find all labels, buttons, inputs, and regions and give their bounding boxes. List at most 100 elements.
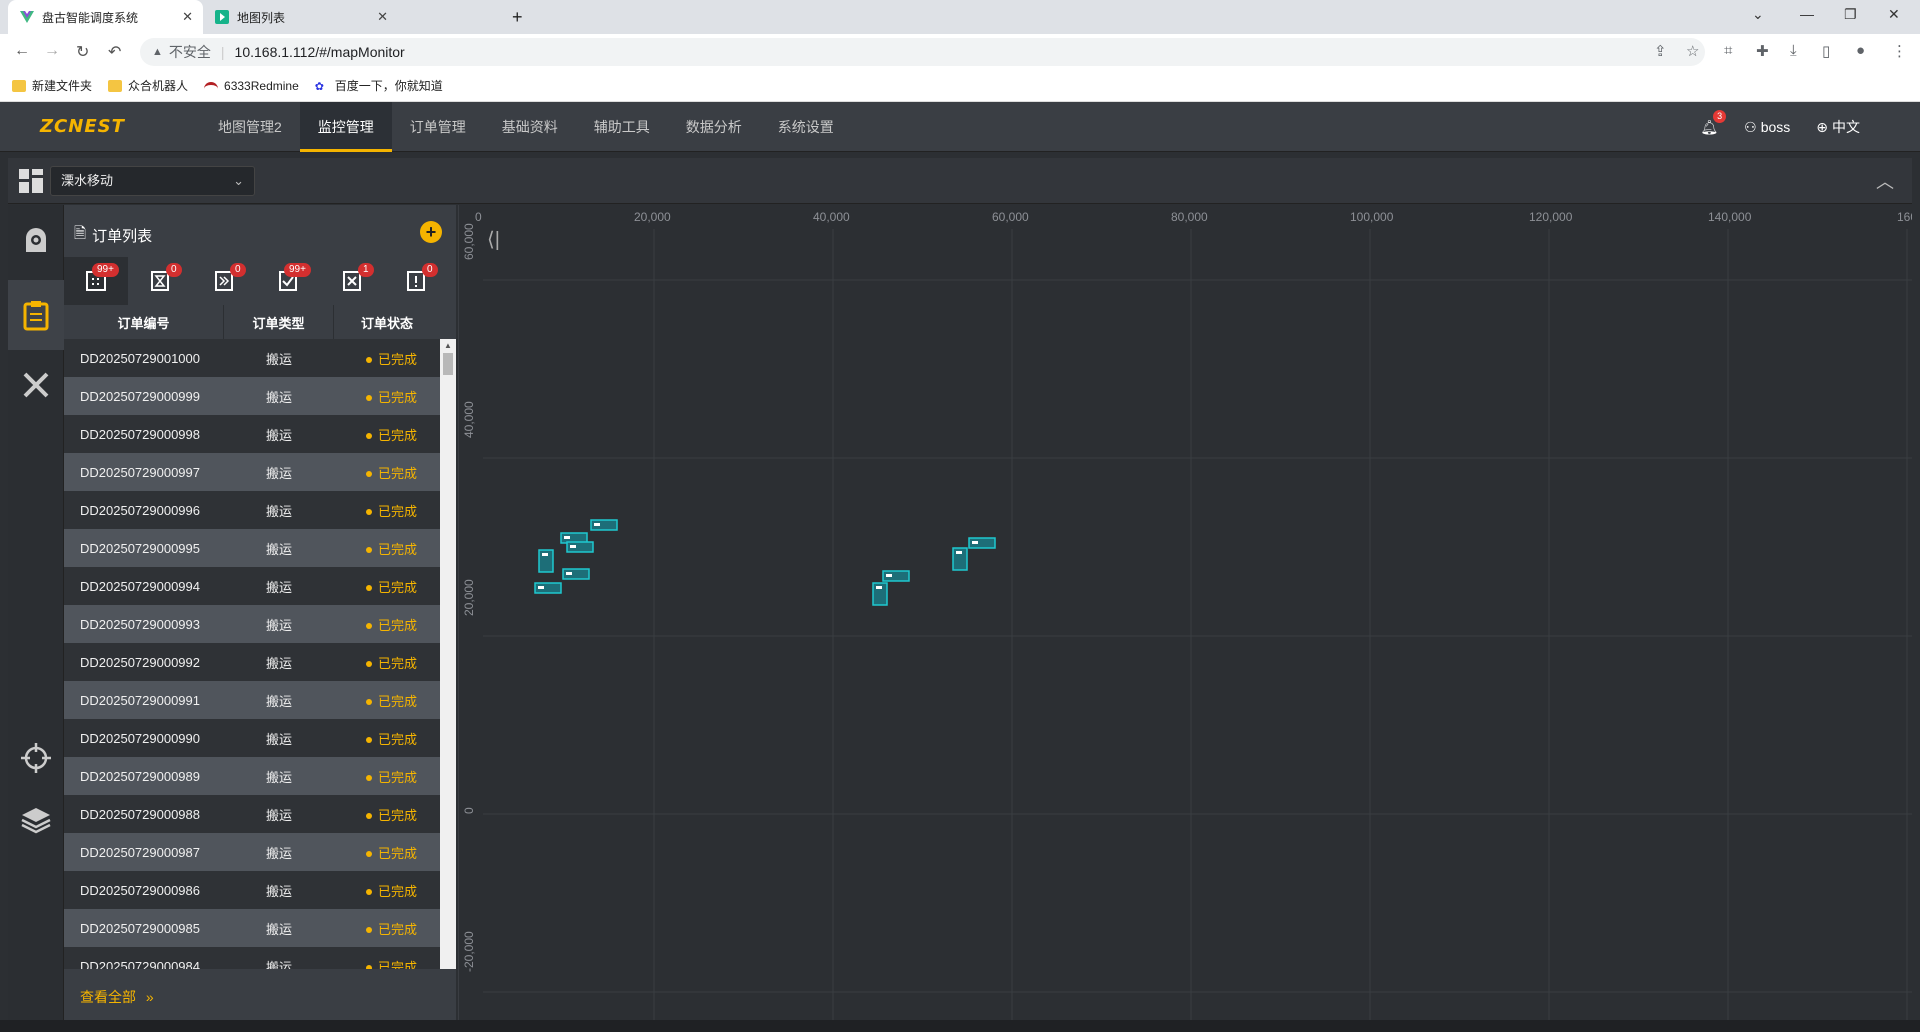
bookmark-item[interactable]: ✿ 百度一下，你就知道 xyxy=(315,77,443,94)
table-row[interactable]: DD20250729001000 搬运 已完成 xyxy=(64,339,440,377)
filter-pending-button[interactable]: 0 xyxy=(128,257,192,305)
more-icon[interactable]: ⋮ xyxy=(1892,42,1907,60)
column-header[interactable]: 订单类型 xyxy=(224,305,334,339)
x-tick-label: 40,000 xyxy=(813,210,850,224)
order-id: DD20250729000994 xyxy=(80,578,200,594)
order-table-scrollbar[interactable]: ▲ xyxy=(440,339,456,969)
restore-icon[interactable]: ❐ xyxy=(1844,6,1857,23)
scroll-up-icon[interactable]: ▲ xyxy=(444,341,452,350)
table-row[interactable]: DD20250729000992 搬运 已完成 xyxy=(64,643,440,681)
table-row[interactable]: DD20250729000986 搬运 已完成 xyxy=(64,871,440,909)
close-tab-icon[interactable]: ✕ xyxy=(182,9,193,25)
bottom-edge xyxy=(0,1020,1920,1032)
scroll-thumb[interactable] xyxy=(443,353,453,375)
filter-all-button[interactable]: 99+ xyxy=(64,257,128,305)
robot-icon[interactable] xyxy=(590,519,618,531)
map-select[interactable]: 溧水移动 ⌄ xyxy=(50,166,255,196)
column-header[interactable]: 订单状态 xyxy=(334,305,440,339)
table-row[interactable]: DD20250729000987 搬运 已完成 xyxy=(64,833,440,871)
layout-icon[interactable] xyxy=(18,168,44,194)
minimize-icon[interactable]: — xyxy=(1800,6,1814,22)
robots-layer xyxy=(534,519,996,606)
browser-tab[interactable]: 地图列表 ✕ xyxy=(203,0,398,34)
close-window-icon[interactable]: ✕ xyxy=(1888,6,1900,23)
sidebar-icon[interactable]: ▯ xyxy=(1822,42,1830,60)
column-header[interactable]: 订单编号 xyxy=(64,305,224,339)
order-type: 搬运 xyxy=(265,427,292,443)
menu-item-map-management[interactable]: 地图管理2 xyxy=(200,102,300,152)
robot-icon[interactable] xyxy=(538,549,554,573)
map-canvas[interactable]: 0 20,000 40,000 60,000 80,000 100,000 120,000 1… xyxy=(458,205,1912,1020)
share-icon[interactable]: ⇪ xyxy=(1654,42,1667,60)
robot-icon[interactable] xyxy=(566,541,594,553)
table-row[interactable]: DD20250729000991 搬运 已完成 xyxy=(64,681,440,719)
menu-item-settings[interactable]: 系统设置 xyxy=(760,102,852,152)
browser-tab-active[interactable]: 盘古智能调度系统 ✕ xyxy=(8,0,203,34)
extensions-icon[interactable]: ✚ xyxy=(1756,42,1769,60)
table-row[interactable]: DD20250729000999 搬运 已完成 xyxy=(64,377,440,415)
robot-icon[interactable] xyxy=(952,547,968,571)
y-tick-label: 60,000 xyxy=(462,223,476,260)
filter-completed-button[interactable]: 99+ xyxy=(256,257,320,305)
table-row[interactable]: DD20250729000996 搬运 已完成 xyxy=(64,491,440,529)
notification-button[interactable]: 🔔︎ 3 xyxy=(1700,109,1727,136)
rail-tools-button[interactable] xyxy=(8,350,64,420)
download-icon[interactable]: ⤓ xyxy=(1790,42,1797,59)
order-type: 搬运 xyxy=(265,731,292,747)
language-switch[interactable]: ⊕ 中文 xyxy=(1816,117,1860,137)
menu-item-analytics[interactable]: 数据分析 xyxy=(668,102,760,152)
crop-icon[interactable]: ⌗ xyxy=(1724,42,1732,59)
robot-icon[interactable] xyxy=(534,582,562,594)
rail-orders-button[interactable] xyxy=(8,280,64,350)
rail-monitor-button[interactable] xyxy=(8,205,64,275)
order-type: 搬运 xyxy=(265,769,292,785)
undo-icon[interactable]: ↶ xyxy=(108,42,121,62)
collapse-left-icon[interactable]: ⟨| xyxy=(487,227,500,252)
add-order-button[interactable]: + xyxy=(420,221,442,243)
order-status: 已完成 xyxy=(334,957,440,969)
bookmark-item[interactable]: 6333Redmine xyxy=(204,79,299,93)
star-icon[interactable]: ☆ xyxy=(1686,42,1699,60)
view-all-link[interactable]: 查看全部 » xyxy=(80,987,154,1007)
collapse-up-icon[interactable]: ︿ xyxy=(1876,168,1894,194)
menu-item-tools[interactable]: 辅助工具 xyxy=(576,102,668,152)
table-row[interactable]: DD20250729000994 搬运 已完成 xyxy=(64,567,440,605)
table-row[interactable]: DD20250729000989 搬运 已完成 xyxy=(64,757,440,795)
tab-search-icon[interactable]: ⌄ xyxy=(1752,6,1764,23)
close-tab-icon[interactable]: ✕ xyxy=(377,9,388,25)
table-row[interactable]: DD20250729000984 搬运 已完成 xyxy=(64,947,440,969)
redmine-icon xyxy=(204,81,219,90)
map-svg[interactable]: 0 20,000 40,000 60,000 80,000 100,000 120,000 1… xyxy=(459,205,1912,1020)
reload-icon[interactable]: ↻ xyxy=(76,42,89,62)
table-row[interactable]: DD20250729000997 搬运 已完成 xyxy=(64,453,440,491)
filter-cancelled-button[interactable]: 1 xyxy=(320,257,384,305)
table-row[interactable]: DD20250729000995 搬运 已完成 xyxy=(64,529,440,567)
menu-item-orders[interactable]: 订单管理 xyxy=(392,102,484,152)
menu-item-monitor[interactable]: 监控管理 xyxy=(299,102,392,152)
omnibox[interactable]: ▲ 不安全 | 10.168.1.112/#/mapMonitor xyxy=(140,38,1705,66)
bookmark-item[interactable]: 新建文件夹 xyxy=(12,77,92,94)
profile-icon[interactable]: ● xyxy=(1856,42,1865,59)
status-dot xyxy=(366,737,372,744)
user-menu[interactable]: ⚇ boss xyxy=(1744,119,1790,136)
forward-icon[interactable]: → xyxy=(44,42,60,60)
menu-item-basic-data[interactable]: 基础资料 xyxy=(484,102,576,152)
new-tab-button[interactable]: + xyxy=(500,0,535,34)
filter-running-button[interactable]: 0 xyxy=(192,257,256,305)
robot-icon[interactable] xyxy=(882,570,910,582)
table-row[interactable]: DD20250729000993 搬运 已完成 xyxy=(64,605,440,643)
layers-button[interactable] xyxy=(8,785,64,855)
table-row[interactable]: DD20250729000988 搬运 已完成 xyxy=(64,795,440,833)
table-row[interactable]: DD20250729000985 搬运 已完成 xyxy=(64,909,440,947)
table-row[interactable]: DD20250729000990 搬运 已完成 xyxy=(64,719,440,757)
bookmark-item[interactable]: 众合机器人 xyxy=(108,77,188,94)
back-icon[interactable]: ← xyxy=(14,42,30,60)
robot-icon[interactable] xyxy=(562,568,590,580)
robot-icon[interactable] xyxy=(968,537,996,549)
status-dot xyxy=(366,927,372,934)
table-row[interactable]: DD20250729000998 搬运 已完成 xyxy=(64,415,440,453)
filter-error-button[interactable]: 0 xyxy=(384,257,448,305)
robot-icon[interactable] xyxy=(872,582,888,606)
locate-button[interactable] xyxy=(8,723,64,793)
order-type: 搬运 xyxy=(265,883,292,899)
